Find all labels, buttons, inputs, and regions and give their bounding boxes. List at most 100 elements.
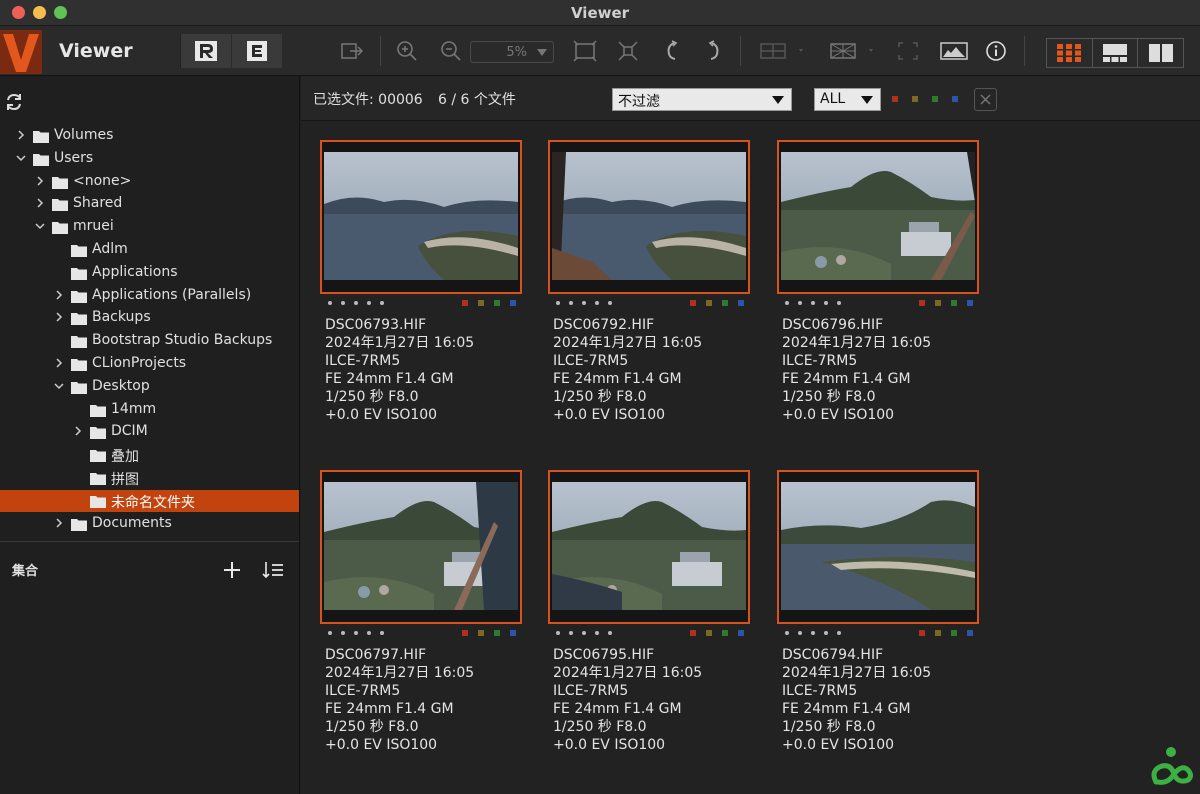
histogram-icon[interactable] xyxy=(938,34,970,68)
star-rating[interactable] xyxy=(785,301,841,305)
filter-select[interactable]: 不过滤 xyxy=(612,88,792,111)
sort-icon[interactable] xyxy=(262,560,284,580)
color-label[interactable] xyxy=(478,300,484,306)
rating-dot[interactable] xyxy=(367,301,371,305)
color-label[interactable] xyxy=(935,300,941,306)
chevron-right-icon[interactable] xyxy=(54,312,64,322)
tree-item[interactable]: Documents xyxy=(0,513,299,535)
rating-dot[interactable] xyxy=(798,301,802,305)
star-rating[interactable] xyxy=(556,631,612,635)
rating-dot[interactable] xyxy=(380,631,384,635)
browser-view-icon[interactable] xyxy=(1093,39,1139,67)
chevron-right-icon[interactable] xyxy=(16,130,26,140)
compare-icon[interactable] xyxy=(758,34,806,68)
color-label[interactable] xyxy=(690,300,696,306)
color-label[interactable] xyxy=(738,300,744,306)
thumbnail-frame[interactable] xyxy=(777,470,979,624)
rating-dot[interactable] xyxy=(328,631,332,635)
chevron-right-icon[interactable] xyxy=(54,358,64,368)
color-label[interactable] xyxy=(967,300,973,306)
chevron-down-icon[interactable] xyxy=(54,381,64,391)
tree-item[interactable]: 14mm xyxy=(0,399,299,421)
rating-dot[interactable] xyxy=(341,631,345,635)
rating-dot[interactable] xyxy=(341,301,345,305)
thumbnail-frame[interactable] xyxy=(320,140,522,294)
rating-dot[interactable] xyxy=(785,631,789,635)
export-arrow-icon[interactable] xyxy=(338,34,366,68)
thumbnail-frame[interactable] xyxy=(548,470,750,624)
red-label-filter[interactable] xyxy=(892,96,898,102)
rating-dot[interactable] xyxy=(824,631,828,635)
grid-overlay-icon[interactable] xyxy=(828,34,878,68)
rating-dot[interactable] xyxy=(354,631,358,635)
crop-icon[interactable] xyxy=(894,34,922,68)
color-label[interactable] xyxy=(951,300,957,306)
tree-item[interactable]: Applications (Parallels) xyxy=(0,285,299,307)
zoom-select[interactable]: 5% xyxy=(470,41,554,63)
color-label[interactable] xyxy=(706,630,712,636)
rating-dot[interactable] xyxy=(824,301,828,305)
color-label[interactable] xyxy=(951,630,957,636)
rating-dot[interactable] xyxy=(811,301,815,305)
rotate-right-icon[interactable] xyxy=(704,34,726,68)
rating-dot[interactable] xyxy=(798,631,802,635)
tree-item[interactable]: Shared xyxy=(0,193,299,215)
tree-item[interactable]: 拼图 xyxy=(0,467,299,489)
clear-filter-button[interactable] xyxy=(974,88,997,111)
tree-item[interactable]: DCIM xyxy=(0,421,299,443)
rating-dot[interactable] xyxy=(569,301,573,305)
rating-dot[interactable] xyxy=(556,631,560,635)
tree-item[interactable]: mruei xyxy=(0,216,299,238)
info-icon[interactable] xyxy=(982,34,1010,68)
rating-dot[interactable] xyxy=(608,301,612,305)
color-label[interactable] xyxy=(510,300,516,306)
rotate-left-icon[interactable] xyxy=(660,34,682,68)
rating-dot[interactable] xyxy=(837,631,841,635)
star-rating[interactable] xyxy=(328,301,384,305)
fit-icon[interactable] xyxy=(570,34,600,68)
rating-dot[interactable] xyxy=(380,301,384,305)
rating-dot[interactable] xyxy=(582,631,586,635)
zoom-out-icon[interactable] xyxy=(438,34,464,68)
zoom-in-icon[interactable] xyxy=(394,34,420,68)
tree-item[interactable]: Bootstrap Studio Backups xyxy=(0,330,299,352)
thumbnail-frame[interactable] xyxy=(320,470,522,624)
tree-item[interactable]: <none> xyxy=(0,171,299,193)
tree-item[interactable]: Applications xyxy=(0,262,299,284)
color-label[interactable] xyxy=(722,300,728,306)
color-label[interactable] xyxy=(919,630,925,636)
rating-dot[interactable] xyxy=(582,301,586,305)
tree-item[interactable]: Backups xyxy=(0,307,299,329)
rating-dot[interactable] xyxy=(595,631,599,635)
chevron-right-icon[interactable] xyxy=(54,518,64,528)
chevron-down-icon[interactable] xyxy=(16,153,26,163)
edit-r-icon[interactable] xyxy=(180,34,231,68)
color-label[interactable] xyxy=(462,630,468,636)
star-rating[interactable] xyxy=(328,631,384,635)
star-rating[interactable] xyxy=(556,301,612,305)
rating-dot[interactable] xyxy=(328,301,332,305)
tree-item[interactable]: 未命名文件夹 xyxy=(0,489,299,512)
chevron-right-icon[interactable] xyxy=(35,198,45,208)
chevron-down-icon[interactable] xyxy=(35,221,45,231)
color-label[interactable] xyxy=(706,300,712,306)
color-label[interactable] xyxy=(494,630,500,636)
rating-dot[interactable] xyxy=(811,631,815,635)
rating-dot[interactable] xyxy=(608,631,612,635)
color-label[interactable] xyxy=(967,630,973,636)
chevron-right-icon[interactable] xyxy=(73,426,83,436)
tree-item[interactable]: Volumes xyxy=(0,125,299,147)
blue-label-filter[interactable] xyxy=(952,96,958,102)
dual-view-icon[interactable] xyxy=(1138,39,1183,67)
rating-dot[interactable] xyxy=(595,301,599,305)
add-collection-icon[interactable] xyxy=(222,560,242,580)
rating-dot[interactable] xyxy=(785,301,789,305)
color-label[interactable] xyxy=(510,630,516,636)
tree-item[interactable]: 叠加 xyxy=(0,444,299,466)
color-label[interactable] xyxy=(738,630,744,636)
actual-size-icon[interactable] xyxy=(614,34,642,68)
rating-dot[interactable] xyxy=(837,301,841,305)
color-label[interactable] xyxy=(935,630,941,636)
chevron-right-icon[interactable] xyxy=(54,290,64,300)
thumbnail-frame[interactable] xyxy=(777,140,979,294)
